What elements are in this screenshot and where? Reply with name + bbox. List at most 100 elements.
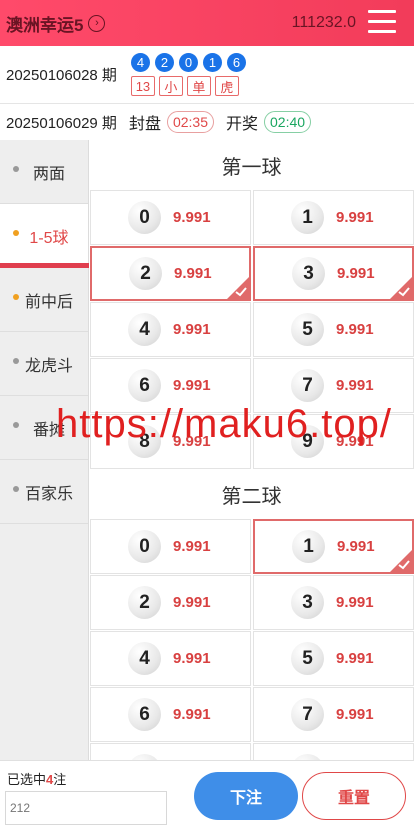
bet-number: 5: [291, 642, 324, 675]
chevron-right-icon[interactable]: ›: [88, 14, 106, 32]
dot-icon: [13, 294, 19, 300]
bet-number: 5: [291, 313, 324, 346]
open-label: 开奖: [226, 116, 259, 133]
check-icon: [390, 550, 412, 572]
result-tags: 13 小 单 虎: [130, 76, 246, 96]
bet-number: 3: [292, 257, 325, 290]
sidebar-item-dragon-tiger[interactable]: 龙虎斗: [0, 332, 88, 396]
result-tag: 13: [130, 76, 155, 96]
bet-number: 0: [128, 201, 161, 234]
bet-odds: 9.991: [173, 538, 211, 555]
bet-option-1[interactable]: 1 9.991: [253, 519, 414, 574]
sidebar-item-label: 两面: [32, 165, 65, 183]
bet-option-3[interactable]: 3 9.991: [253, 575, 414, 630]
bet-grid: 0 9.991 1 9.991 2 9.991 3 9.991 4 9.991 5 9.991 6 9.9…: [89, 519, 414, 760]
result-ball: 0: [178, 53, 198, 72]
sidebar-item-fantan[interactable]: 番摊: [0, 396, 88, 460]
check-icon: [227, 277, 249, 299]
bet-odds: 9.991: [173, 377, 211, 394]
selected-count-text: 已选中4注: [7, 769, 66, 788]
last-draw-row: 20250106028 期 4 2 0 1 6 13 小 单 虎: [0, 46, 414, 104]
sidebar-item-label: 百家乐: [24, 485, 73, 503]
bet-option-6[interactable]: 6 9.991: [90, 358, 251, 413]
bet-option-9[interactable]: 9: [253, 743, 414, 760]
result-tag: 虎: [214, 76, 239, 96]
dot-icon: [13, 486, 19, 492]
bet-footer: 已选中4注 下注 重置: [0, 760, 414, 834]
bet-number: 6: [128, 698, 161, 731]
section-title: 第一球: [221, 156, 282, 179]
bet-number: 2: [128, 586, 161, 619]
bet-option-2[interactable]: 2 9.991: [90, 575, 251, 630]
bet-odds: 9.991: [337, 538, 375, 555]
menu-icon[interactable]: [368, 10, 396, 34]
bet-option-6[interactable]: 6 9.991: [90, 687, 251, 742]
bet-option-7[interactable]: 7 9.991: [253, 687, 414, 742]
selected-prefix: 已选中: [7, 772, 47, 787]
result-tag: 单: [186, 76, 211, 96]
bet-odds: 9.991: [336, 209, 374, 226]
bet-option-5[interactable]: 5 9.991: [253, 302, 414, 357]
selected-suffix: 注: [53, 772, 67, 787]
bet-option-9[interactable]: 9 9.991: [253, 414, 414, 469]
dot-icon: [13, 358, 19, 364]
bet-odds: 9.991: [173, 706, 211, 723]
close-timer: 02:35: [166, 111, 214, 133]
current-issue: 20250106029 期: [6, 114, 117, 132]
sidebar-item-label: 1-5球: [29, 229, 69, 247]
bet-option-0[interactable]: 0 9.991: [90, 519, 251, 574]
reset-button[interactable]: 重置: [302, 772, 406, 820]
bet-odds: 9.991: [336, 377, 374, 394]
close-label: 封盘: [128, 116, 161, 133]
app-header: 澳洲幸运5 › 111232.0: [0, 0, 414, 46]
bet-option-5[interactable]: 5 9.991: [253, 631, 414, 686]
bet-option-2[interactable]: 2 9.991: [90, 246, 251, 301]
bet-option-1[interactable]: 1 9.991: [253, 190, 414, 245]
result-tag: 小: [158, 76, 183, 96]
bet-odds: 9.991: [173, 433, 211, 450]
sidebar-item-label: 前中后: [24, 293, 73, 311]
last-draw-issue: 20250106028 期: [6, 67, 117, 84]
sidebar-item-balls-1-5[interactable]: 1-5球: [0, 204, 89, 268]
bet-odds: 9.991: [173, 321, 211, 338]
bet-odds: 9.991: [336, 594, 374, 611]
bet-odds: 9.991: [337, 265, 375, 282]
bet-number: 1: [291, 201, 324, 234]
bet-number: 2: [129, 257, 162, 290]
bet-option-4[interactable]: 4 9.991: [90, 302, 251, 357]
sidebar-item-front-mid-back[interactable]: 前中后: [0, 268, 88, 332]
result-ball: 1: [202, 53, 222, 72]
sidebar-item-baccarat[interactable]: 百家乐: [0, 460, 88, 524]
bet-number: 4: [128, 642, 161, 675]
bet-odds: 9.991: [336, 650, 374, 667]
bet-option-0[interactable]: 0 9.991: [90, 190, 251, 245]
bet-option-7[interactable]: 7 9.991: [253, 358, 414, 413]
bet-number: 7: [291, 698, 324, 731]
bet-option-4[interactable]: 4 9.991: [90, 631, 251, 686]
game-title[interactable]: 澳洲幸运5: [6, 11, 83, 36]
bet-option-8[interactable]: 8 9.991: [90, 414, 251, 469]
sidebar-item-label: 番摊: [32, 421, 65, 439]
sidebar-item-label: 龙虎斗: [24, 357, 73, 375]
bet-odds: 9.991: [336, 433, 374, 450]
sidebar-item-two-sides[interactable]: 两面: [0, 140, 88, 204]
bet-odds: 9.991: [173, 594, 211, 611]
bet-amount-input[interactable]: [5, 791, 167, 825]
bet-number: 9: [291, 425, 324, 458]
section-title: 第二球: [221, 485, 282, 508]
current-issue-row: 20250106029 期 封盘 02:35 开奖 02:40: [0, 104, 414, 140]
bet-odds: 9.991: [173, 209, 211, 226]
bet-panel: 第一球 0 9.991 1 9.991 2 9.991 3 9.991 4 9.991 5 9.991…: [89, 140, 414, 760]
bet-number: 6: [128, 369, 161, 402]
check-icon: [390, 277, 412, 299]
bet-odds: 9.991: [336, 706, 374, 723]
bet-option-3[interactable]: 3 9.991: [253, 246, 414, 301]
bet-number: 0: [128, 530, 161, 563]
bet-number: 1: [292, 530, 325, 563]
bet-odds: 9.991: [173, 650, 211, 667]
bet-number: 4: [128, 313, 161, 346]
bet-option-8[interactable]: 8: [90, 743, 251, 760]
result-ball: 4: [130, 53, 150, 72]
place-bet-button[interactable]: 下注: [194, 772, 298, 820]
bet-odds: 9.991: [336, 321, 374, 338]
